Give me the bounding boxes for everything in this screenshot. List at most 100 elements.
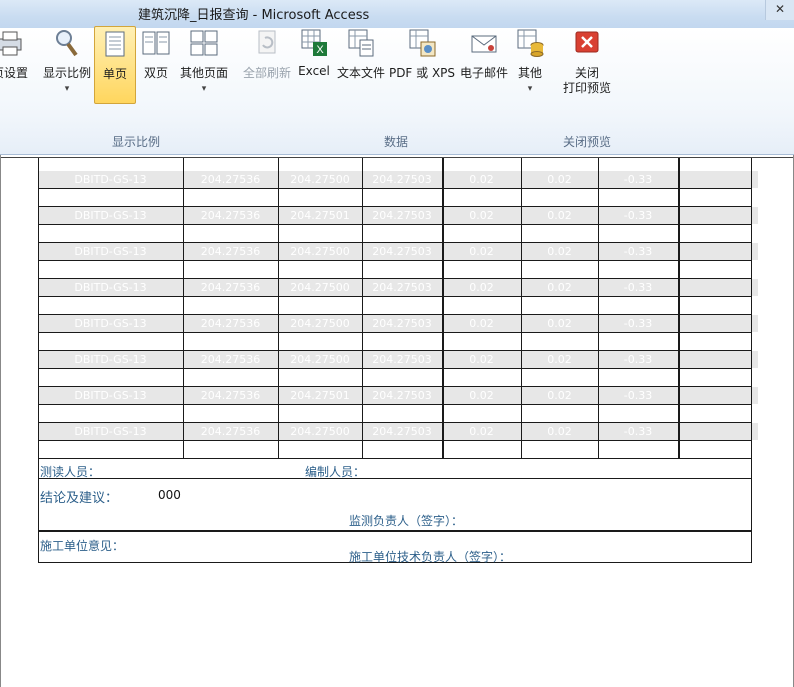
- table-cell: 0.02: [547, 425, 572, 438]
- table-row-line: [38, 206, 752, 207]
- footer-line: [751, 458, 752, 562]
- table-cell: 0.02: [469, 389, 494, 402]
- table-row-line: [38, 386, 752, 387]
- more-pages-label: 其他页面: [179, 66, 228, 80]
- two-page-label: 双页: [143, 66, 168, 80]
- table-cell: 204.27500: [290, 425, 350, 438]
- table-cell: 0.02: [547, 281, 572, 294]
- table-column-line: [278, 158, 279, 458]
- table-cell: 0.02: [547, 389, 572, 402]
- table-cell: 204.27536: [200, 353, 261, 366]
- table-cell: DBITD-GS-13: [74, 389, 147, 402]
- pdf-xps-label: PDF 或 XPS: [388, 66, 456, 80]
- database-export-icon: [517, 29, 544, 57]
- close-preview-icon: [575, 31, 599, 53]
- export-text-button[interactable]: 文本文件: [334, 26, 388, 104]
- table-cell: 0.02: [469, 245, 494, 258]
- table-column-line: [183, 158, 184, 458]
- table-cell: 204.27500: [290, 245, 350, 258]
- excel-icon: X: [301, 29, 327, 56]
- table-row-line: [38, 458, 752, 459]
- more-label: 其他: [517, 66, 542, 80]
- table-cell: 204.27500: [290, 281, 350, 294]
- table-cell: 0.02: [469, 173, 494, 186]
- table-cell: 204.27536: [200, 245, 261, 258]
- table-column-line: [678, 158, 680, 458]
- table-cell: 204.27536: [200, 425, 261, 438]
- footer-line: [38, 530, 752, 532]
- refresh-all-button[interactable]: 全部刷新: [240, 26, 294, 104]
- table-cell: -0.33: [623, 245, 653, 258]
- table-cell: DBITD-GS-13: [74, 173, 147, 186]
- contractor-opinion-label: 施工单位意见：: [40, 539, 125, 553]
- one-page-icon: [105, 31, 125, 57]
- close-icon: ✕: [775, 2, 786, 16]
- table-cell: 204.27503: [372, 173, 432, 186]
- table-cell: 204.27500: [290, 173, 350, 186]
- multi-page-icon: [190, 30, 218, 56]
- conclusion-label: 结论及建议：: [40, 491, 119, 506]
- zoom-button[interactable]: 显示比例 ▾: [40, 26, 94, 104]
- group-zoom-label: 显示比例: [111, 135, 160, 149]
- table-cell: DBITD-GS-13: [74, 353, 147, 366]
- export-pdf-button[interactable]: PDF 或 XPS: [388, 26, 456, 104]
- table-row-line: [38, 296, 752, 297]
- close-print-preview-button[interactable]: 关闭 打印预览: [558, 26, 616, 104]
- table-cell: 0.02: [547, 173, 572, 186]
- refresh-all-label: 全部刷新: [242, 66, 291, 80]
- table-cell: 204.27503: [372, 353, 432, 366]
- table-row-line: [38, 260, 752, 261]
- report-page: [0, 155, 794, 687]
- table-cell: 204.27503: [372, 209, 432, 222]
- table-cell: -0.33: [623, 389, 653, 402]
- table-cell: 204.27503: [372, 281, 432, 294]
- group-data-label: 数据: [383, 135, 408, 149]
- table-cell: -0.33: [623, 209, 653, 222]
- table-cell: 0.02: [469, 317, 494, 330]
- page-edge: [0, 157, 794, 158]
- more-pages-button[interactable]: 其他页面 ▾: [176, 26, 232, 104]
- table-row-line: [38, 314, 752, 315]
- two-page-icon: [142, 31, 170, 55]
- table-cell: -0.33: [623, 317, 653, 330]
- table-cell: 204.27501: [290, 209, 350, 222]
- table-cell: 204.27503: [372, 317, 432, 330]
- table-row-line: [38, 404, 752, 405]
- table-cell: 204.27536: [200, 317, 261, 330]
- export-excel-button[interactable]: X Excel: [294, 26, 334, 104]
- table-cell: 0.02: [547, 353, 572, 366]
- table-cell: DBITD-GS-13: [74, 281, 147, 294]
- page-edge: [0, 155, 1, 687]
- footer-line: [38, 458, 39, 562]
- table-column-line: [442, 158, 444, 458]
- table-cell: -0.33: [623, 425, 653, 438]
- table-cell: 204.27503: [372, 389, 432, 402]
- table-row-line: [38, 350, 752, 351]
- email-label: 电子邮件: [459, 66, 508, 80]
- export-more-button[interactable]: 其他 ▾: [512, 26, 548, 104]
- title-bar: 建筑沉降_日报查询 - Microsoft Access ✕: [0, 0, 794, 28]
- monitor-sign-label: 监测负责人（签字）：: [349, 514, 464, 528]
- footer-line: [38, 478, 752, 479]
- table-cell: 204.27536: [200, 389, 261, 402]
- table-column-line: [521, 158, 522, 458]
- export-email-button[interactable]: 电子邮件: [456, 26, 512, 104]
- page-setup-button[interactable]: 页设置: [0, 26, 32, 104]
- table-cell: -0.33: [623, 281, 653, 294]
- table-row-line: [38, 440, 752, 441]
- table-row-line: [38, 422, 752, 423]
- table-row-line: [38, 368, 752, 369]
- chevron-down-icon: ▾: [64, 84, 70, 94]
- email-icon: [471, 35, 497, 53]
- printer-icon: [0, 31, 22, 56]
- table-column-line: [751, 158, 752, 458]
- page-setup-label: 页设置: [0, 66, 28, 80]
- table-row-line: [38, 242, 752, 243]
- one-page-button[interactable]: 单页: [94, 26, 136, 104]
- table-column-line: [362, 158, 363, 458]
- two-page-button[interactable]: 双页: [137, 26, 175, 104]
- table-cell: 0.02: [469, 425, 494, 438]
- zoom-label: 显示比例: [42, 66, 91, 80]
- window-title: 建筑沉降_日报查询 - Microsoft Access: [138, 8, 370, 23]
- close-window-button[interactable]: ✕: [765, 0, 794, 20]
